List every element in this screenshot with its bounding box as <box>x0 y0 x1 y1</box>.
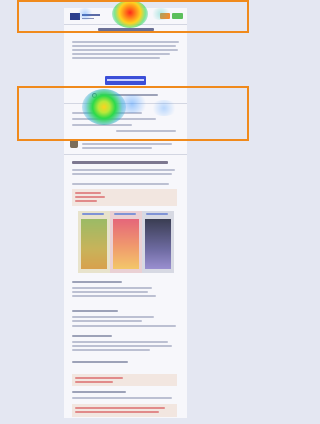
header-divider <box>64 24 187 25</box>
highlight-box <box>72 189 177 206</box>
landing-page <box>64 8 187 418</box>
body-line <box>72 291 148 293</box>
form-line <box>72 124 132 126</box>
panel-title <box>82 213 104 215</box>
body-line <box>72 287 152 289</box>
body-line <box>72 320 142 322</box>
highlight-line <box>75 407 165 409</box>
highlight-line <box>75 200 97 202</box>
product-panel-2[interactable] <box>110 211 142 273</box>
highlight-line <box>75 192 101 194</box>
body-line <box>72 169 175 171</box>
panel-image <box>113 219 139 269</box>
panel-image <box>145 219 171 269</box>
body-line <box>72 316 154 318</box>
site-logo[interactable] <box>70 13 80 20</box>
body-line <box>72 325 176 327</box>
body-line <box>72 345 172 347</box>
section-divider <box>64 103 187 104</box>
intro-text-line <box>72 49 178 51</box>
highlight-line <box>75 196 105 198</box>
section-heading <box>72 361 128 363</box>
section-divider <box>64 154 187 155</box>
section-heading <box>72 281 122 283</box>
header-orange-button[interactable] <box>160 13 170 19</box>
body-line <box>72 397 172 399</box>
body-line <box>72 295 156 297</box>
section-heading <box>72 161 168 164</box>
product-panel-1[interactable] <box>78 211 110 273</box>
section-heading <box>72 335 112 337</box>
check-icon <box>92 93 97 98</box>
highlight-line <box>75 411 159 413</box>
highlight-line <box>75 381 113 383</box>
cta-button[interactable] <box>105 76 146 85</box>
product-panel-3[interactable] <box>142 211 174 273</box>
notice-text <box>100 94 158 96</box>
highlight-box <box>72 374 177 386</box>
section-heading <box>72 310 118 312</box>
intro-text-line <box>72 41 179 43</box>
highlight-line <box>75 377 123 379</box>
body-line <box>72 341 168 343</box>
author-avatar <box>70 139 78 148</box>
body-line <box>72 349 150 351</box>
intro-text-line <box>72 45 176 47</box>
form-line <box>72 112 142 114</box>
panel-image <box>81 219 107 269</box>
body-line <box>72 183 169 185</box>
page-title <box>98 28 154 31</box>
panel-title <box>146 213 168 215</box>
section-heading <box>72 391 126 393</box>
author-bio <box>82 143 172 145</box>
highlight-box <box>72 404 177 417</box>
form-line <box>116 130 176 132</box>
header-green-button[interactable] <box>172 13 183 19</box>
intro-text-line <box>72 53 170 55</box>
intro-text-line <box>72 57 160 59</box>
body-line <box>72 173 172 175</box>
author-bio <box>82 147 152 149</box>
header-tagline <box>82 14 100 16</box>
panel-title <box>114 213 136 215</box>
form-line <box>72 118 156 120</box>
author-name <box>82 139 118 141</box>
header-subtagline <box>82 18 94 19</box>
cta-button-label <box>107 79 144 81</box>
